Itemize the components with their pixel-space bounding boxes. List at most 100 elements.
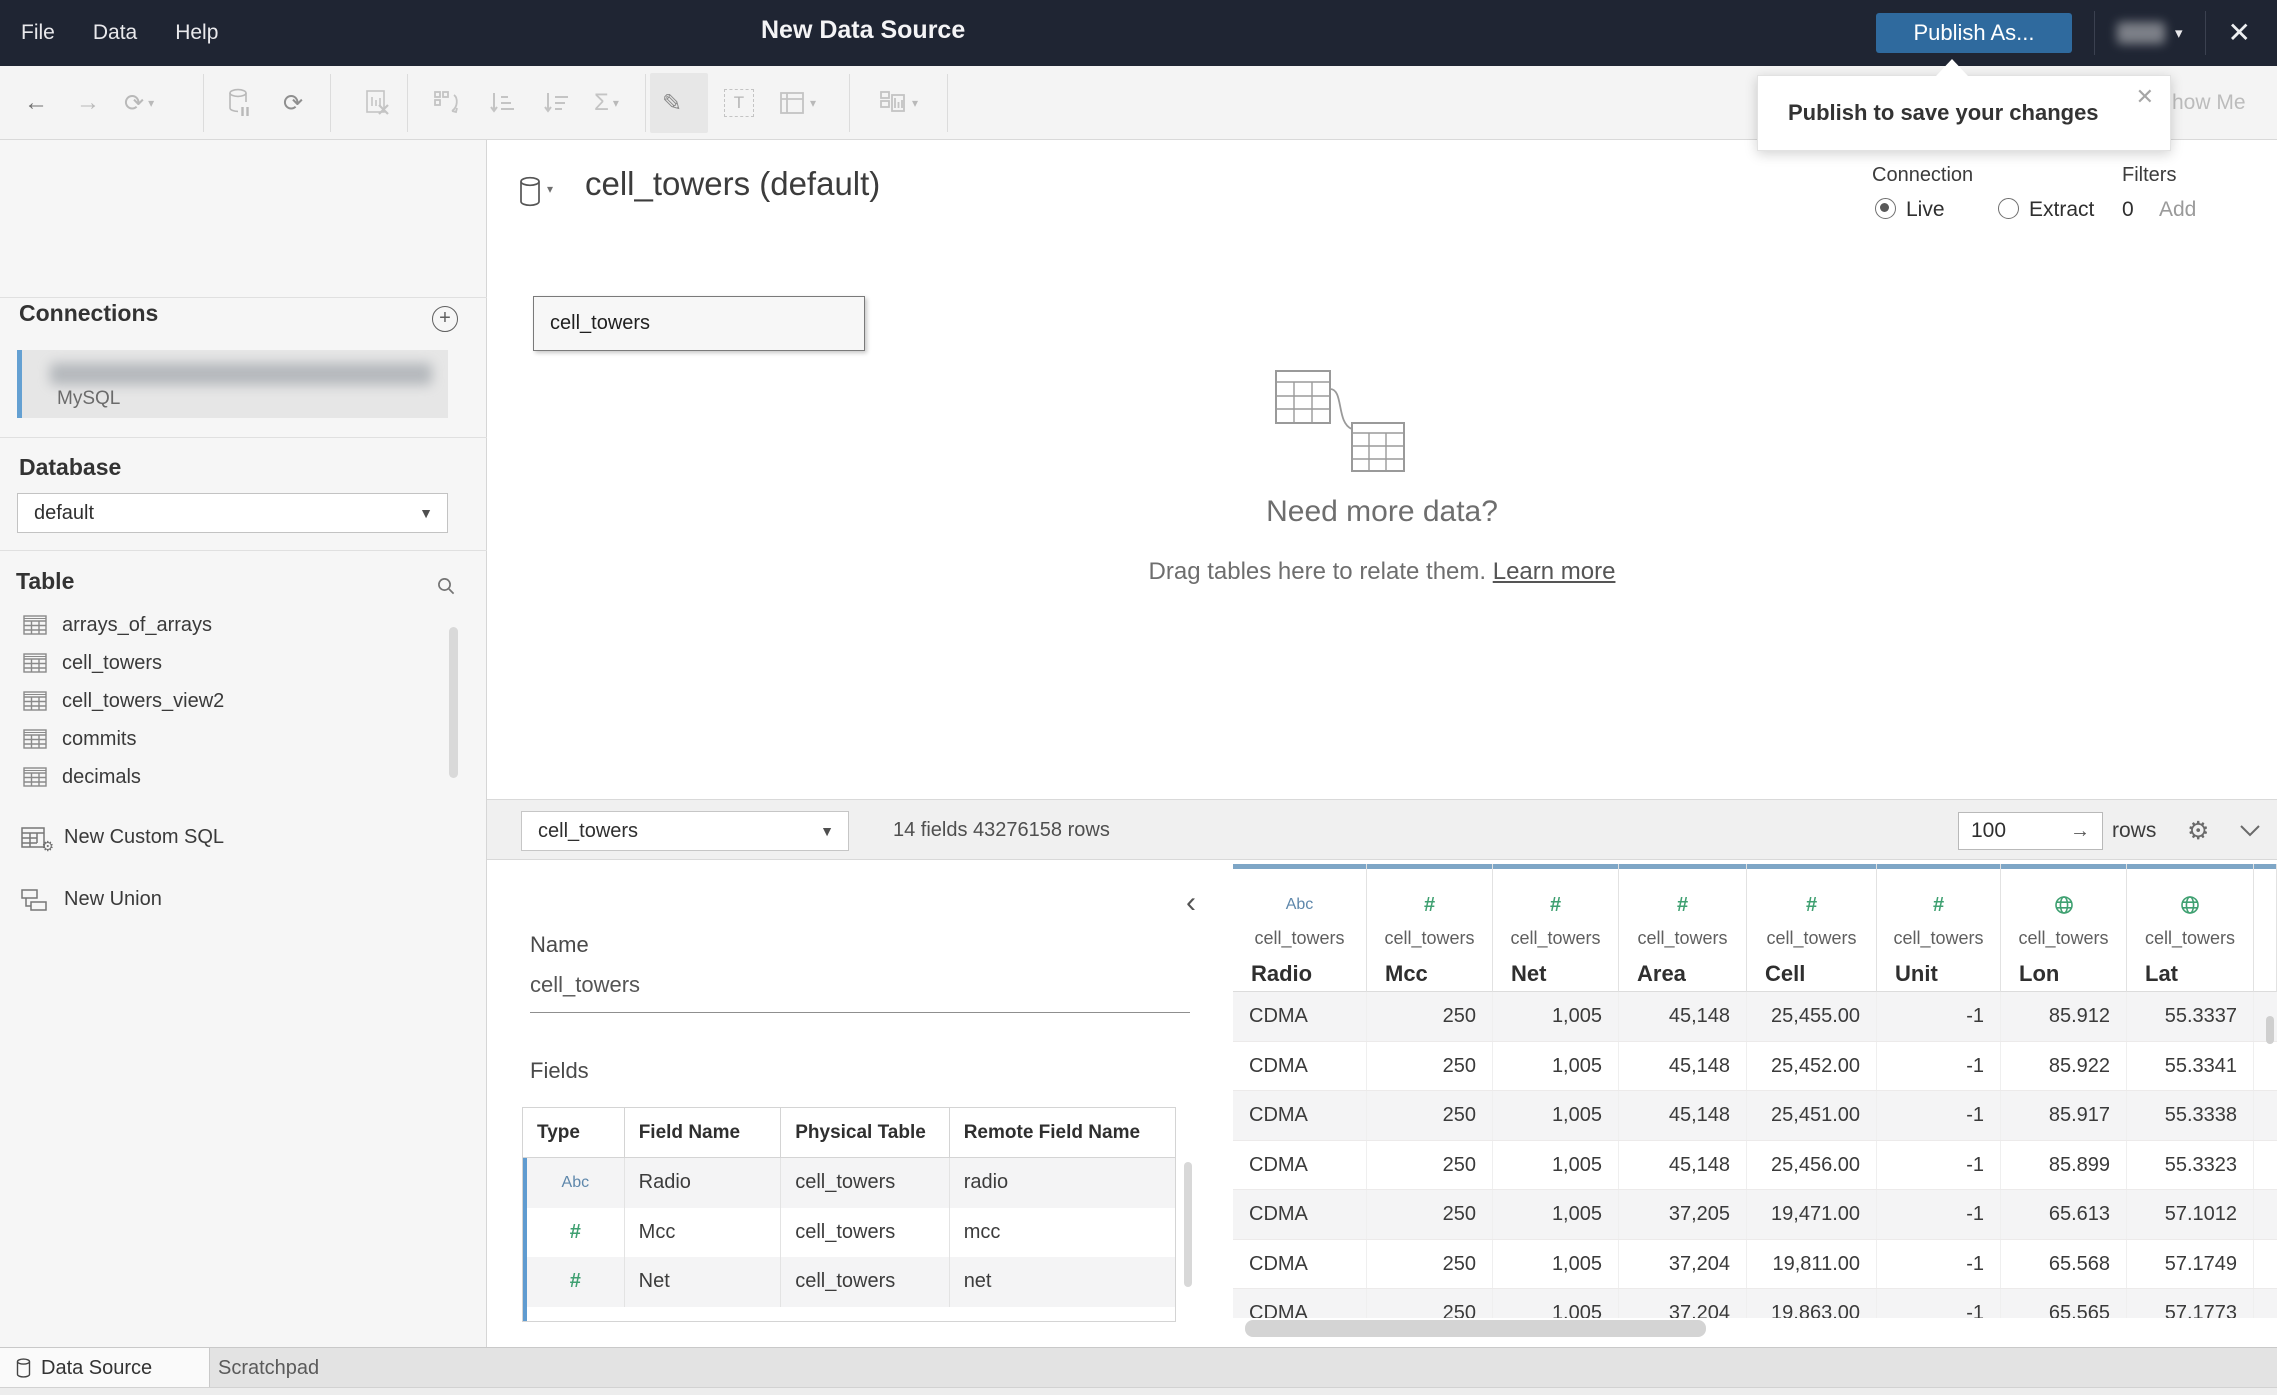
grid-row[interactable]: CDMA 250 1,005 37,204 19,863.00 -1 65.565 57.17… [1233, 1289, 2277, 1318]
collapse-panel-icon[interactable]: ‹ [1186, 888, 1196, 918]
extract-label[interactable]: Extract [2029, 198, 2094, 222]
filters-add-button[interactable]: Add [2159, 198, 2196, 222]
gear-icon[interactable]: ⚙ [2187, 800, 2209, 861]
title-bar: File Data Help New Data Source Publish A… [0, 0, 2277, 66]
database-select[interactable]: default ▼ [17, 493, 448, 533]
table-list-item[interactable]: commits [0, 720, 487, 758]
table-name: decimals [62, 765, 141, 788]
grid-row[interactable]: CDMA 250 1,005 45,148 25,455.00 -1 85.912 55.33… [1233, 992, 2277, 1042]
show-me-button[interactable]: Show Me [2158, 66, 2246, 140]
connection-card[interactable]: MySQL [17, 350, 448, 418]
grid-cell: CDMA [1233, 1239, 1367, 1288]
table-name: arrays_of_arrays [62, 613, 213, 636]
tab-scratchpad[interactable]: Scratchpad [218, 1348, 319, 1388]
grid-row[interactable]: CDMA 250 1,005 37,205 19,471.00 -1 65.613 57.10… [1233, 1190, 2277, 1240]
chevron-down-icon: ▾ [148, 96, 155, 110]
fields-rows-summary: 14 fields 43276158 rows [893, 819, 1110, 841]
grid-column-header-area[interactable]: # cell_towers Area [1619, 864, 1747, 992]
fit-view-icon[interactable]: ▾ [778, 66, 816, 140]
show-cards-icon[interactable]: ▾ [878, 66, 918, 140]
grid-column-header-net[interactable]: # cell_towers Net [1493, 864, 1619, 992]
swap-rows-columns-icon[interactable] [432, 66, 462, 140]
grid-vertical-scrollbar[interactable] [2266, 1016, 2274, 1044]
grid-column-header-lon[interactable]: cell_towers Lon [2001, 864, 2127, 992]
highlight-pen-icon[interactable]: ✎ [662, 66, 682, 140]
text-label-icon[interactable]: T [724, 66, 754, 140]
sidebar-scrollbar[interactable] [449, 627, 458, 778]
grid-cell: 1,005 [1493, 1239, 1619, 1288]
totals-icon[interactable]: Σ ▾ [594, 66, 619, 140]
fields-table-row[interactable]: # Net cell_towers net [523, 1257, 1175, 1307]
fields-table-row-partial [523, 1306, 1175, 1321]
row-count-input[interactable]: 100 → [1958, 812, 2103, 850]
add-connection-icon[interactable]: + [432, 306, 458, 332]
connection-name-blurred [50, 363, 432, 385]
toolbar-divider [330, 74, 331, 132]
field-type-cell: Abc [527, 1158, 625, 1208]
datasource-icon[interactable]: ▾ [519, 176, 553, 208]
refresh-icon[interactable]: ⟳ [283, 66, 303, 140]
grid-cell: 55.3323 [2127, 1140, 2254, 1189]
grid-cell: 45,148 [1619, 1091, 1747, 1140]
menu-file[interactable]: File [21, 21, 55, 45]
sort-descending-icon[interactable] [542, 66, 570, 140]
grid-row[interactable]: CDMA 250 1,005 37,204 19,811.00 -1 65.568 57.17… [1233, 1239, 2277, 1289]
fields-column-header: Field Name [625, 1108, 782, 1157]
tab-data-source[interactable]: Data Source [0, 1348, 210, 1388]
database-value: default [34, 501, 95, 524]
grid-row[interactable]: CDMA 250 1,005 45,148 25,456.00 -1 85.899 55.33… [1233, 1140, 2277, 1190]
close-icon[interactable]: ✕ [2228, 19, 2251, 47]
column-table-label: cell_towers [1766, 928, 1857, 948]
table-list-item[interactable]: cell_towers_view2 [0, 682, 487, 720]
grid-column-header-unit[interactable]: # cell_towers Unit [1877, 864, 2001, 992]
fields-column-header: Physical Table [781, 1108, 950, 1157]
chevron-down-icon: ▾ [547, 182, 554, 196]
apply-rows-arrow-icon[interactable]: → [2070, 820, 2090, 843]
chevron-down-icon: ▼ [419, 505, 433, 521]
grid-cell: 250 [1367, 1091, 1493, 1140]
table-node-label: cell_towers [550, 312, 651, 334]
redo-icon[interactable]: → [76, 66, 100, 140]
grid-column-header-lat[interactable]: cell_towers Lat [2127, 864, 2254, 992]
table-grid-icon [23, 653, 47, 673]
menu-help[interactable]: Help [175, 21, 218, 45]
toolbar-divider [849, 74, 850, 132]
table-list: arrays_of_arrays cell_towers cell_towers_v… [0, 606, 487, 796]
replay-icon[interactable]: ⟳ ▾ [124, 66, 154, 140]
new-union-item[interactable]: New Union [21, 888, 162, 911]
clear-sheet-icon[interactable] [362, 66, 392, 140]
user-menu[interactable]: ▾ [2117, 22, 2183, 44]
search-icon[interactable] [436, 576, 456, 601]
text-type-icon: Abc [561, 1173, 590, 1191]
grid-cell: 57.1749 [2127, 1239, 2254, 1288]
new-custom-sql-item[interactable]: ⚙ New Custom SQL [21, 826, 224, 854]
grid-horizontal-scrollbar[interactable] [1245, 1320, 1706, 1337]
grid-column-header-cell[interactable]: # cell_towers Cell [1747, 864, 1877, 992]
sort-ascending-icon[interactable] [488, 66, 516, 140]
grid-row[interactable]: CDMA 250 1,005 45,148 25,451.00 -1 85.917 55.33… [1233, 1091, 2277, 1141]
fields-table-row[interactable]: Abc Radio cell_towers radio [523, 1158, 1175, 1208]
table-list-item[interactable]: decimals [0, 758, 487, 796]
publish-as-button[interactable]: Publish As... [1876, 13, 2072, 53]
fields-scrollbar[interactable] [1184, 1162, 1192, 1287]
live-label[interactable]: Live [1906, 198, 1945, 222]
live-radio[interactable] [1875, 198, 1896, 219]
grid-column-header-radio[interactable]: Abc cell_towers Radio [1233, 864, 1367, 992]
globe-icon [2179, 894, 2201, 916]
grid-column-header-mcc[interactable]: # cell_towers Mcc [1367, 864, 1493, 992]
name-input[interactable]: cell_towers [530, 972, 1190, 1013]
grid-cell: 250 [1367, 992, 1493, 1041]
extract-radio[interactable] [1998, 198, 2019, 219]
grid-row[interactable]: CDMA 250 1,005 45,148 25,452.00 -1 85.922 55.33… [1233, 1041, 2277, 1091]
tooltip-close-icon[interactable]: ✕ [2136, 84, 2154, 110]
collapse-preview-icon[interactable] [2239, 800, 2261, 861]
learn-more-link[interactable]: Learn more [1493, 558, 1616, 585]
preview-table-select[interactable]: cell_towers ▼ [521, 811, 849, 851]
undo-icon[interactable]: ← [24, 66, 48, 140]
fields-table-row[interactable]: # Mcc cell_towers mcc [523, 1207, 1175, 1257]
menu-data[interactable]: Data [93, 21, 137, 45]
table-list-item[interactable]: cell_towers [0, 644, 487, 682]
pause-updates-icon[interactable] [228, 66, 250, 140]
table-list-item[interactable]: arrays_of_arrays [0, 606, 487, 644]
table-node-cell-towers[interactable]: cell_towers [533, 296, 865, 351]
